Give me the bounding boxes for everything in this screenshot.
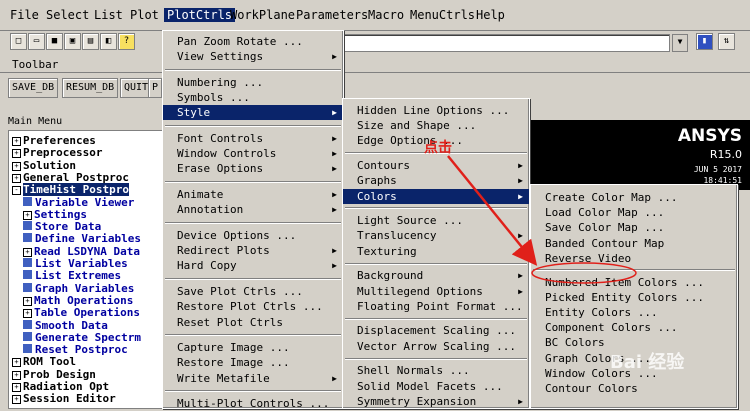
watermark: Bai 经验 (610, 352, 685, 373)
annotation-arrow (447, 155, 637, 284)
annotation-text: 点击 (424, 140, 452, 156)
